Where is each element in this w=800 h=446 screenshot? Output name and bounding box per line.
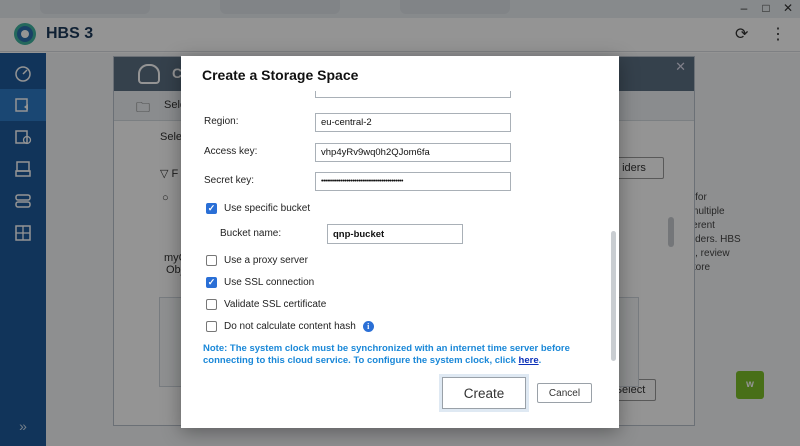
create-button[interactable]: Create (442, 377, 526, 409)
use-specific-bucket-option[interactable]: Use specific bucket (206, 203, 310, 214)
access-key-label: Access key: (204, 146, 258, 157)
dialog-title: Create a Storage Space (202, 67, 359, 83)
use-proxy-label: Use a proxy server (224, 255, 308, 266)
use-ssl-option[interactable]: Use SSL connection (206, 277, 314, 288)
note-end: . (538, 355, 542, 366)
no-content-hash-option[interactable]: Do not calculate content hash i (206, 321, 374, 332)
note-text: Note: The system clock must be synchroni… (203, 343, 570, 366)
no-content-hash-label: Do not calculate content hash (224, 321, 356, 332)
bucket-name-label: Bucket name: (220, 228, 282, 239)
bucket-name-field[interactable] (327, 224, 463, 244)
cancel-button[interactable]: Cancel (537, 383, 592, 403)
access-key-field[interactable] (315, 143, 511, 162)
secret-key-label: Secret key: (204, 175, 255, 186)
use-ssl-checkbox[interactable] (206, 277, 217, 288)
here-link[interactable]: here (519, 355, 539, 366)
validate-ssl-option[interactable]: Validate SSL certificate (206, 299, 326, 310)
dialog-body: Region: Access key: Secret key: Use spec… (181, 91, 619, 373)
region-label: Region: (204, 116, 239, 127)
dialog-scrollbar[interactable] (611, 231, 616, 361)
secret-key-field[interactable] (315, 172, 511, 191)
use-specific-bucket-checkbox[interactable] (206, 203, 217, 214)
info-icon[interactable]: i (362, 321, 374, 332)
use-proxy-checkbox[interactable] (206, 255, 217, 266)
use-specific-bucket-label: Use specific bucket (224, 203, 311, 214)
use-proxy-option[interactable]: Use a proxy server (206, 255, 308, 266)
cut-off-field[interactable] (315, 91, 511, 98)
validate-ssl-checkbox[interactable] (206, 299, 217, 310)
no-content-hash-checkbox[interactable] (206, 321, 217, 332)
region-field[interactable] (315, 113, 511, 132)
create-storage-space-dialog: Create a Storage Space Region: Access ke… (181, 56, 619, 428)
validate-ssl-label: Validate SSL certificate (224, 299, 327, 310)
use-ssl-label: Use SSL connection (224, 277, 315, 288)
system-clock-note: Note: The system clock must be synchroni… (203, 343, 603, 367)
